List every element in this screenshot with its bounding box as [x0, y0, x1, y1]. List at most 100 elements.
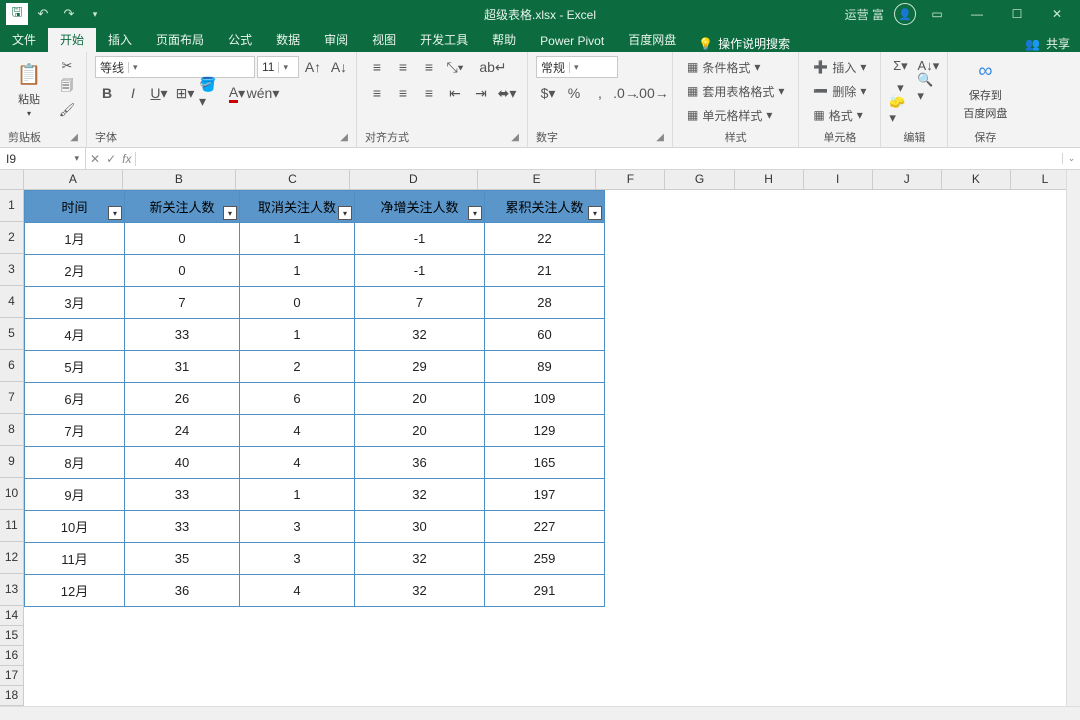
cell[interactable]: 29: [355, 351, 485, 383]
tab-data[interactable]: 数据: [264, 27, 312, 52]
comma-icon[interactable]: ,: [588, 82, 612, 104]
tell-me-search[interactable]: 💡 操作说明搜索: [688, 35, 800, 52]
cell[interactable]: 33: [125, 319, 240, 351]
table-header-cell[interactable]: 净增关注人数▾: [355, 191, 485, 223]
cell[interactable]: 7: [355, 287, 485, 319]
cell[interactable]: 35: [125, 543, 240, 575]
row-header[interactable]: 4: [0, 286, 24, 318]
cell[interactable]: 32: [355, 543, 485, 575]
cell[interactable]: 197: [485, 479, 605, 511]
cell[interactable]: 129: [485, 415, 605, 447]
decrease-font-icon[interactable]: A↓: [327, 56, 351, 78]
cell[interactable]: 291: [485, 575, 605, 607]
dialog-launcher-icon[interactable]: ◢: [511, 132, 519, 143]
align-middle-icon[interactable]: ≡: [391, 56, 415, 78]
table-row[interactable]: 8月40436165: [25, 447, 605, 479]
tab-developer[interactable]: 开发工具: [408, 27, 480, 52]
fill-color-icon[interactable]: 🪣▾: [199, 82, 223, 104]
row-header[interactable]: 18: [0, 686, 24, 706]
cell[interactable]: 33: [125, 479, 240, 511]
cell[interactable]: 0: [125, 255, 240, 287]
cell[interactable]: 10月: [25, 511, 125, 543]
tab-powerpivot[interactable]: Power Pivot: [528, 30, 616, 52]
undo-icon[interactable]: ↶: [32, 3, 54, 25]
column-header[interactable]: D: [350, 170, 478, 190]
cell[interactable]: 165: [485, 447, 605, 479]
conditional-format-button[interactable]: ▦ 条件格式 ▾: [681, 56, 766, 78]
cell[interactable]: 22: [485, 223, 605, 255]
filter-dropdown-icon[interactable]: ▾: [588, 206, 602, 220]
ribbon-options-icon[interactable]: ▭: [918, 0, 956, 28]
font-name-combo[interactable]: 等线▾: [95, 56, 255, 78]
indent-dec-icon[interactable]: ⇤: [443, 82, 467, 104]
table-row[interactable]: 12月36432291: [25, 575, 605, 607]
redo-icon[interactable]: ↷: [58, 3, 80, 25]
copy-icon[interactable]: 🗐: [56, 78, 78, 98]
column-header[interactable]: F: [596, 170, 665, 190]
tab-view[interactable]: 视图: [360, 27, 408, 52]
orientation-icon[interactable]: ⤡▾: [443, 56, 467, 78]
dialog-launcher-icon[interactable]: ◢: [656, 132, 664, 143]
cell[interactable]: 20: [355, 415, 485, 447]
tab-layout[interactable]: 页面布局: [144, 27, 216, 52]
expand-formula-icon[interactable]: ⌄: [1062, 153, 1080, 164]
dialog-launcher-icon[interactable]: ◢: [340, 132, 348, 143]
row-header[interactable]: 7: [0, 382, 24, 414]
cell[interactable]: 30: [355, 511, 485, 543]
cell[interactable]: 4: [240, 415, 355, 447]
cell[interactable]: 36: [355, 447, 485, 479]
row-header[interactable]: 3: [0, 254, 24, 286]
filter-dropdown-icon[interactable]: ▾: [468, 206, 482, 220]
cell[interactable]: 4: [240, 575, 355, 607]
share-button[interactable]: 共享: [1046, 35, 1070, 52]
cell[interactable]: 33: [125, 511, 240, 543]
name-box[interactable]: I9▾: [0, 148, 86, 169]
row-header[interactable]: 5: [0, 318, 24, 350]
table-format-button[interactable]: ▦ 套用表格格式 ▾: [681, 80, 790, 102]
table-row[interactable]: 10月33330227: [25, 511, 605, 543]
cell[interactable]: 0: [240, 287, 355, 319]
row-headers[interactable]: 123456789101112131415161718: [0, 190, 24, 706]
align-bottom-icon[interactable]: ≡: [417, 56, 441, 78]
cancel-formula-icon[interactable]: ✕: [90, 152, 100, 166]
cell[interactable]: 2月: [25, 255, 125, 287]
dec-decimal-icon[interactable]: .00→: [640, 82, 664, 104]
table-header-cell[interactable]: 时间▾: [25, 191, 125, 223]
maximize-icon[interactable]: ☐: [998, 0, 1036, 28]
font-size-combo[interactable]: 11▾: [257, 56, 299, 78]
bold-icon[interactable]: B: [95, 82, 119, 104]
cell-style-button[interactable]: ▦ 单元格样式 ▾: [681, 104, 778, 126]
column-header[interactable]: C: [236, 170, 349, 190]
cell[interactable]: 1月: [25, 223, 125, 255]
clear-icon[interactable]: 🧽▾: [889, 100, 911, 120]
cell[interactable]: -1: [355, 255, 485, 287]
cell[interactable]: 31: [125, 351, 240, 383]
cell[interactable]: 1: [240, 223, 355, 255]
cell[interactable]: 6: [240, 383, 355, 415]
cell[interactable]: 36: [125, 575, 240, 607]
cell[interactable]: 9月: [25, 479, 125, 511]
cell[interactable]: 32: [355, 575, 485, 607]
tab-file[interactable]: 文件: [0, 27, 48, 52]
autosum-icon[interactable]: Σ▾: [889, 56, 911, 76]
select-all-triangle[interactable]: [0, 170, 24, 190]
cell[interactable]: 0: [125, 223, 240, 255]
cell[interactable]: 8月: [25, 447, 125, 479]
column-header[interactable]: A: [24, 170, 123, 190]
qat-customize-icon[interactable]: ▾: [84, 3, 106, 25]
cell[interactable]: 1: [240, 319, 355, 351]
row-header[interactable]: 9: [0, 446, 24, 478]
align-right-icon[interactable]: ≡: [417, 82, 441, 104]
column-header[interactable]: I: [804, 170, 873, 190]
column-headers[interactable]: ABCDEFGHIJKL: [24, 170, 1080, 190]
tab-review[interactable]: 审阅: [312, 27, 360, 52]
tab-baidu[interactable]: 百度网盘: [616, 27, 688, 52]
worksheet[interactable]: ABCDEFGHIJKL 123456789101112131415161718…: [0, 170, 1080, 720]
tab-formulas[interactable]: 公式: [216, 27, 264, 52]
cell[interactable]: 32: [355, 319, 485, 351]
align-center-icon[interactable]: ≡: [391, 82, 415, 104]
cell[interactable]: 2: [240, 351, 355, 383]
row-header[interactable]: 1: [0, 190, 24, 222]
indent-inc-icon[interactable]: ⇥: [469, 82, 493, 104]
merge-icon[interactable]: ⬌▾: [495, 82, 519, 104]
